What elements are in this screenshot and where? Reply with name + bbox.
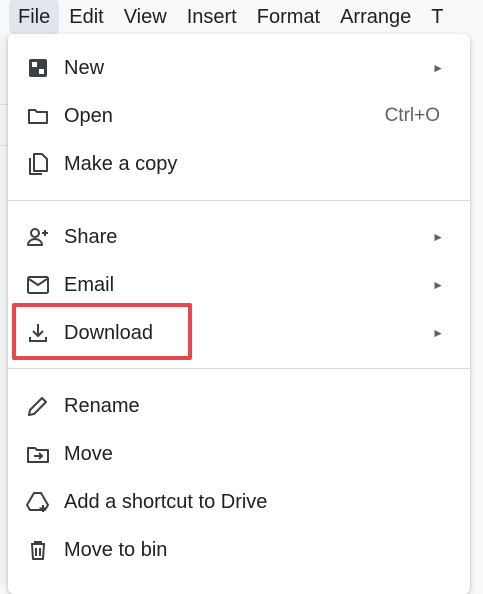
background-divider (0, 104, 8, 105)
background-divider (0, 145, 8, 146)
menu-item-email[interactable]: Email ► (8, 263, 470, 307)
menu-item-label: New (64, 57, 105, 79)
folder-move-icon (26, 442, 50, 466)
submenu-arrow-icon: ► (432, 61, 444, 75)
menu-separator (8, 368, 470, 369)
keyboard-shortcut: Ctrl+O (384, 105, 440, 126)
menu-tools-truncated[interactable]: T (421, 0, 443, 34)
menu-item-new[interactable]: New ► (8, 46, 470, 90)
menubar: File Edit View Insert Format Arrange T (0, 0, 483, 34)
menu-arrange[interactable]: Arrange (330, 0, 421, 34)
menu-item-open[interactable]: Open Ctrl+O (8, 94, 470, 138)
background-right-edge (470, 34, 483, 585)
menu-item-move-to-bin[interactable]: Move to bin (8, 528, 470, 572)
menu-insert[interactable]: Insert (177, 0, 247, 34)
menu-item-label: Move (64, 443, 113, 465)
menu-edit[interactable]: Edit (59, 0, 113, 34)
menu-separator (8, 200, 470, 201)
menu-item-label: Share (64, 226, 118, 248)
copy-icon (26, 152, 50, 176)
menu-format[interactable]: Format (247, 0, 330, 34)
pencil-icon (26, 394, 50, 418)
menu-item-label: Open (64, 105, 113, 127)
submenu-arrow-icon: ► (432, 230, 444, 244)
submenu-arrow-icon: ► (432, 278, 444, 292)
menu-item-rename[interactable]: Rename (8, 384, 470, 428)
menu-item-label: Email (64, 274, 115, 296)
menu-item-label: Make a copy (64, 153, 178, 175)
folder-icon (26, 104, 50, 128)
drive-shortcut-icon (26, 490, 50, 514)
menu-item-label: Add a shortcut to Drive (64, 491, 268, 513)
background-document-edge (0, 34, 8, 585)
download-highlight-box (12, 303, 192, 360)
menu-item-move[interactable]: Move (8, 432, 470, 476)
menu-file[interactable]: File (9, 0, 60, 34)
submenu-arrow-icon: ► (432, 326, 444, 340)
email-icon (26, 273, 50, 297)
new-doc-icon (26, 56, 50, 80)
menu-item-make-a-copy[interactable]: Make a copy (8, 142, 470, 186)
menu-view[interactable]: View (114, 0, 177, 34)
file-menu-dropdown: New ► Open Ctrl+O Make a copy Share ► Em… (8, 34, 470, 594)
menu-item-label: Move to bin (64, 539, 168, 561)
menu-item-add-shortcut-to-drive[interactable]: Add a shortcut to Drive (8, 480, 470, 524)
trash-icon (26, 538, 50, 562)
menu-item-label: Rename (64, 395, 140, 417)
menu-item-share[interactable]: Share ► (8, 215, 470, 259)
person-add-icon (26, 225, 50, 249)
